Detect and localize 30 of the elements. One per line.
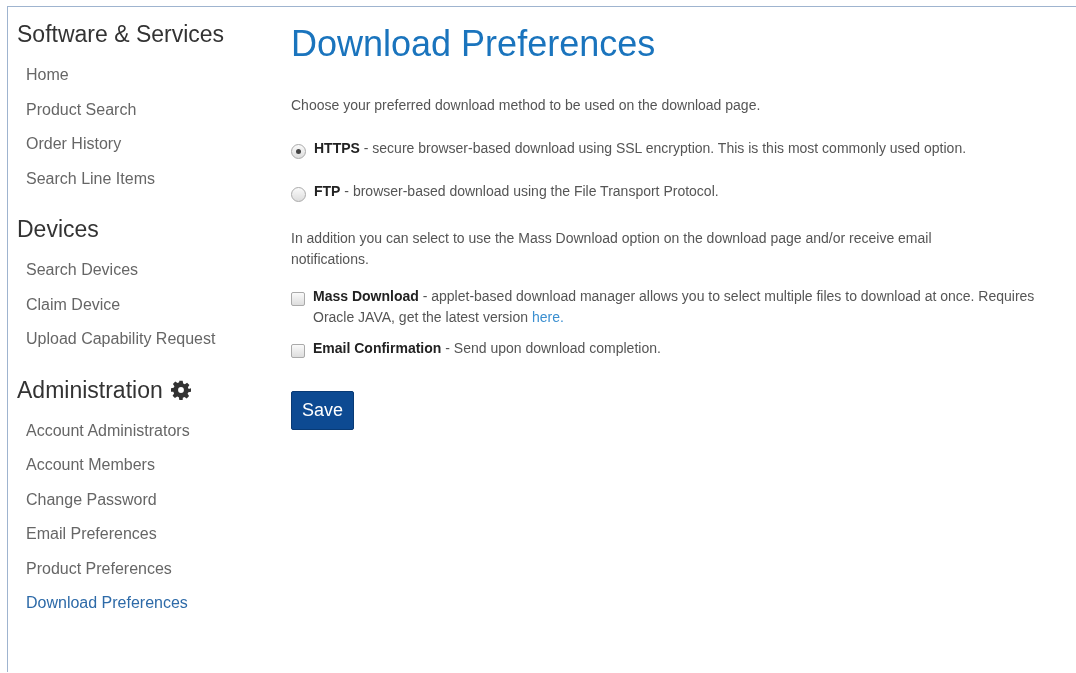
sidebar-link[interactable]: Email Preferences: [17, 517, 157, 552]
sidebar-link[interactable]: Search Line Items: [17, 161, 155, 196]
page-title: Download Preferences: [291, 23, 656, 65]
sidebar-link[interactable]: Claim Device: [17, 287, 121, 322]
settings-icon: [170, 380, 191, 400]
sidebar-link[interactable]: Upload Capability Request: [17, 322, 216, 357]
sidebar-link[interactable]: Order History: [17, 127, 122, 162]
section-heading: Administration: [17, 376, 163, 404]
sidebar-link[interactable]: Account Administrators: [17, 413, 190, 448]
sidebar-link[interactable]: Product Preferences: [17, 551, 172, 586]
download-link[interactable]: here.: [531, 309, 564, 325]
info-text: In addition you can select to use the Mass Download option on the download page and/or receive email notifications.: [291, 229, 933, 269]
sidebar-link[interactable]: Product Search: [17, 92, 137, 127]
checkbox[interactable]: [291, 344, 305, 358]
section-heading: Software & Services: [17, 21, 225, 48]
sidebar-link[interactable]: Account Members: [17, 448, 155, 483]
radio-button[interactable]: [291, 187, 306, 202]
sidebar-link[interactable]: Home: [17, 58, 69, 93]
option-label: FTP - browser-based download using the File Transport Protocol.: [314, 182, 719, 201]
radio-button[interactable]: [291, 144, 306, 159]
checkbox[interactable]: [291, 292, 305, 306]
section-heading: Devices: [17, 216, 99, 243]
save-button[interactable]: Save: [291, 391, 355, 430]
option-label: Mass Download - applet-based download manager allows you to select multiple files to download at once. Requires Oracle JAVA, get the latest version here.: [313, 287, 1036, 327]
sidebar-link[interactable]: Change Password: [17, 482, 157, 517]
sidebar-link[interactable]: Search Devices: [17, 253, 139, 288]
option-label: HTTPS - secure browser-based download using SSL encryption. This is this most commonly used option.: [314, 139, 967, 158]
option-label: Email Confirmation - Send upon download completion.: [313, 339, 661, 358]
sidebar-link[interactable]: Download Preferences: [17, 586, 188, 621]
intro-text: Choose your preferred download method to be used on the download page.: [291, 96, 762, 115]
